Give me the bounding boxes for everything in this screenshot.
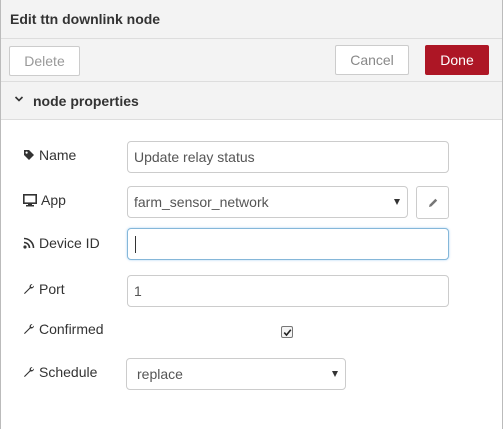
app-label: App (23, 192, 66, 208)
tray-title: Edit ttn downlink node (10, 11, 161, 27)
port-input-value: 1 (134, 283, 142, 299)
schedule-label: Schedule (23, 364, 97, 380)
wrench-icon (24, 283, 35, 294)
delete-button[interactable]: Delete (9, 46, 80, 76)
tray-header: Edit ttn downlink node (1, 0, 502, 39)
name-input-value: Update relay status (134, 149, 255, 165)
chevron-down-icon (14, 96, 24, 102)
monitor-icon (23, 193, 37, 206)
wrench-icon (24, 323, 35, 334)
name-label: Name (23, 147, 76, 163)
name-label-text: Name (39, 147, 77, 163)
wrench-icon (24, 366, 35, 377)
confirmed-label-text: Confirmed (39, 321, 104, 337)
schedule-select-value: replace (137, 366, 183, 382)
app-label-text: App (41, 192, 66, 208)
pencil-icon (428, 198, 437, 207)
port-label: Port (23, 281, 65, 297)
cancel-button[interactable]: Cancel (335, 45, 409, 75)
name-input[interactable]: Update relay status (127, 141, 449, 173)
select-arrow-icon (332, 371, 338, 377)
port-input[interactable]: 1 (127, 275, 449, 307)
port-label-text: Port (39, 281, 65, 297)
tray-toolbar: Delete Cancel Done (1, 39, 502, 82)
device-id-label-text: Device ID (39, 235, 100, 251)
node-properties-section-header[interactable]: node properties (1, 82, 502, 120)
edit-node-tray: Edit ttn downlink node Delete Cancel Don… (0, 0, 503, 429)
confirmed-label: Confirmed (23, 321, 104, 337)
schedule-label-text: Schedule (39, 364, 98, 380)
section-title: node properties (33, 93, 139, 109)
device-id-input[interactable] (127, 228, 449, 260)
app-select[interactable]: farm_sensor_network (127, 186, 408, 218)
app-select-value: farm_sensor_network (134, 194, 269, 210)
schedule-select[interactable]: replace (126, 358, 346, 390)
confirmed-checkbox[interactable] (281, 326, 293, 338)
device-id-label: Device ID (23, 235, 100, 251)
edit-app-button[interactable] (416, 186, 449, 219)
rss-icon (23, 237, 35, 249)
tag-icon (24, 150, 34, 160)
checkmark-icon (283, 328, 291, 336)
done-button[interactable]: Done (425, 45, 489, 75)
select-arrow-icon (394, 199, 400, 205)
text-caret (135, 235, 136, 253)
